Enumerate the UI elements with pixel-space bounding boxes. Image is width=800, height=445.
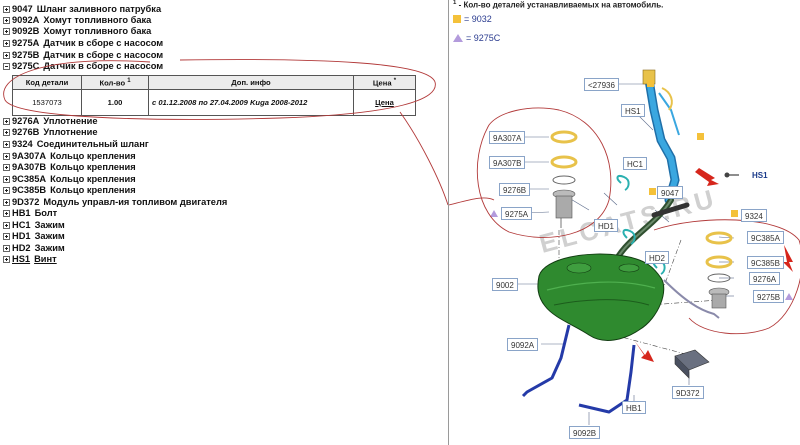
tree-item-9092B[interactable]: 9092B Хомут топливного бака <box>3 26 151 37</box>
col-part-code: Код детали <box>12 75 82 90</box>
price-cell: Цена <box>353 89 416 116</box>
callout-9A307B[interactable]: 9A307B <box>489 156 526 169</box>
table-row: 1537073 1.00 с 01.12.2008 по 27.04.2009 … <box>12 89 416 116</box>
callout-9A307A[interactable]: 9A307A <box>489 131 526 144</box>
price-link[interactable]: Цена <box>375 98 394 107</box>
expand-icon[interactable] <box>3 118 10 125</box>
expand-icon[interactable] <box>3 28 10 35</box>
callout-hd1[interactable]: HD1 <box>594 219 619 232</box>
callout-hc1[interactable]: HC1 <box>623 157 648 170</box>
callout-9002[interactable]: 9002 <box>492 278 518 291</box>
tree-item-9C385A[interactable]: 9C385A Кольцо крепления <box>3 174 136 185</box>
expand-icon[interactable] <box>3 153 10 160</box>
tree-item-HB1[interactable]: HB1 Болт <box>3 208 57 219</box>
tree-item-9A307A[interactable]: 9A307A Кольцо крепления <box>3 151 136 162</box>
filler-hose <box>642 69 680 205</box>
expand-icon[interactable] <box>3 256 10 263</box>
tree-item-HC1[interactable]: HC1 Зажим <box>3 220 65 231</box>
pump-unit-left <box>552 189 576 228</box>
callout-27936[interactable]: <27936 <box>584 78 619 91</box>
lock-ring-b-left <box>550 155 578 169</box>
seal-left <box>552 175 576 185</box>
col-price: Цена * <box>353 75 416 90</box>
info-cell: с 01.12.2008 по 27.04.2009 Kuga 2008-201… <box>148 89 354 116</box>
price-note-mark: * <box>393 77 397 84</box>
callout-9C385A[interactable]: 9C385A <box>747 231 784 244</box>
tree-item-9275A[interactable]: 9275A Датчик в сборе с насосом <box>3 38 163 49</box>
expand-icon[interactable] <box>3 141 10 148</box>
lock-ring-a-right <box>705 231 733 245</box>
tree-item-9276A[interactable]: 9276A Уплотнение <box>3 116 98 127</box>
expand-icon[interactable] <box>3 233 10 240</box>
vent-line <box>663 279 720 319</box>
expand-icon[interactable] <box>3 176 10 183</box>
callout-9276B[interactable]: 9276B <box>499 183 531 196</box>
tree-item-HD2[interactable]: HD2 Зажим <box>3 243 65 254</box>
qty-cell: 1.00 <box>81 89 149 116</box>
collapse-icon[interactable] <box>3 63 10 70</box>
callout-hb1[interactable]: HB1 <box>622 401 646 414</box>
tree-item-HD1[interactable]: HD1 Зажим <box>3 231 65 242</box>
tree-item-9A307B[interactable]: 9A307B Кольцо крепления <box>3 162 136 173</box>
screw-hs1 <box>724 172 739 178</box>
callout-hs1-top[interactable]: HS1 <box>621 104 645 117</box>
tree-item-9275B[interactable]: 9275B Датчик в сборе с насосом <box>3 50 163 61</box>
tree-item-9324[interactable]: 9324 Соединительный шланг <box>3 139 149 150</box>
pump-unit-right <box>708 287 730 309</box>
expand-icon[interactable] <box>3 40 10 47</box>
tree-item-9092A[interactable]: 9092A Хомут топливного бака <box>3 15 151 26</box>
tree-item-9C385B[interactable]: 9C385B Кольцо крепления <box>3 185 136 196</box>
clamp-hc1 <box>616 174 630 191</box>
callout-9275A[interactable]: 9275A <box>501 207 533 220</box>
expand-icon[interactable] <box>3 245 10 252</box>
annotation-line <box>399 111 448 206</box>
col-qty: Кол-во 1 <box>81 75 149 90</box>
callout-hd2[interactable]: HD2 <box>645 251 670 264</box>
callout-9047[interactable]: 9047 <box>657 186 683 199</box>
parts-list-panel: 9047 Шланг заливного патрубка 9092A Хомут … <box>0 0 448 445</box>
expand-icon[interactable] <box>3 6 10 13</box>
expand-icon[interactable] <box>3 187 10 194</box>
diagram-panel: 1 - Кол-во деталей устанавливаемых на ав… <box>449 0 800 445</box>
tree-item-9047[interactable]: 9047 Шланг заливного патрубка <box>3 4 161 15</box>
callout-9275B[interactable]: 9275B <box>753 290 785 303</box>
part-details-table: Код детали Кол-во 1 Доп. инфо Цена * 153… <box>12 75 416 116</box>
expand-icon[interactable] <box>3 52 10 59</box>
tree-item-9D372[interactable]: 9D372 Модуль управл-ия топливом двигателя <box>3 197 227 208</box>
triangle-marker-9275B <box>785 293 793 300</box>
expand-icon[interactable] <box>3 129 10 136</box>
col-info: Доп. инфо <box>148 75 354 90</box>
tree-item-HS1[interactable]: HS1 Винт <box>3 254 57 265</box>
lock-ring-a-left <box>550 130 578 144</box>
expand-icon[interactable] <box>3 164 10 171</box>
expand-icon[interactable] <box>3 199 10 206</box>
qty-note-mark: 1 <box>127 77 131 84</box>
callout-9092A[interactable]: 9092A <box>507 338 539 351</box>
triangle-marker-9275A <box>490 210 498 217</box>
callout-9092B[interactable]: 9092B <box>569 426 601 439</box>
expand-icon[interactable] <box>3 210 10 217</box>
expand-icon[interactable] <box>3 17 10 24</box>
callout-9276A[interactable]: 9276A <box>749 272 781 285</box>
filler-neck-hose <box>651 202 690 218</box>
tree-item-9276B[interactable]: 9276B Уплотнение <box>3 127 98 138</box>
callout-9324[interactable]: 9324 <box>741 209 767 222</box>
tank-strap-a <box>521 324 571 398</box>
fuel-tank <box>537 253 665 341</box>
callout-9D372[interactable]: 9D372 <box>672 386 704 399</box>
tree-item-9275C[interactable]: 9275C Датчик в сборе с насосом <box>3 61 163 72</box>
callout-hs1-right[interactable]: HS1 <box>749 169 771 182</box>
part-code-cell: 1537073 <box>12 89 82 116</box>
expand-icon[interactable] <box>3 222 10 229</box>
callout-9C385B[interactable]: 9C385B <box>747 256 784 269</box>
